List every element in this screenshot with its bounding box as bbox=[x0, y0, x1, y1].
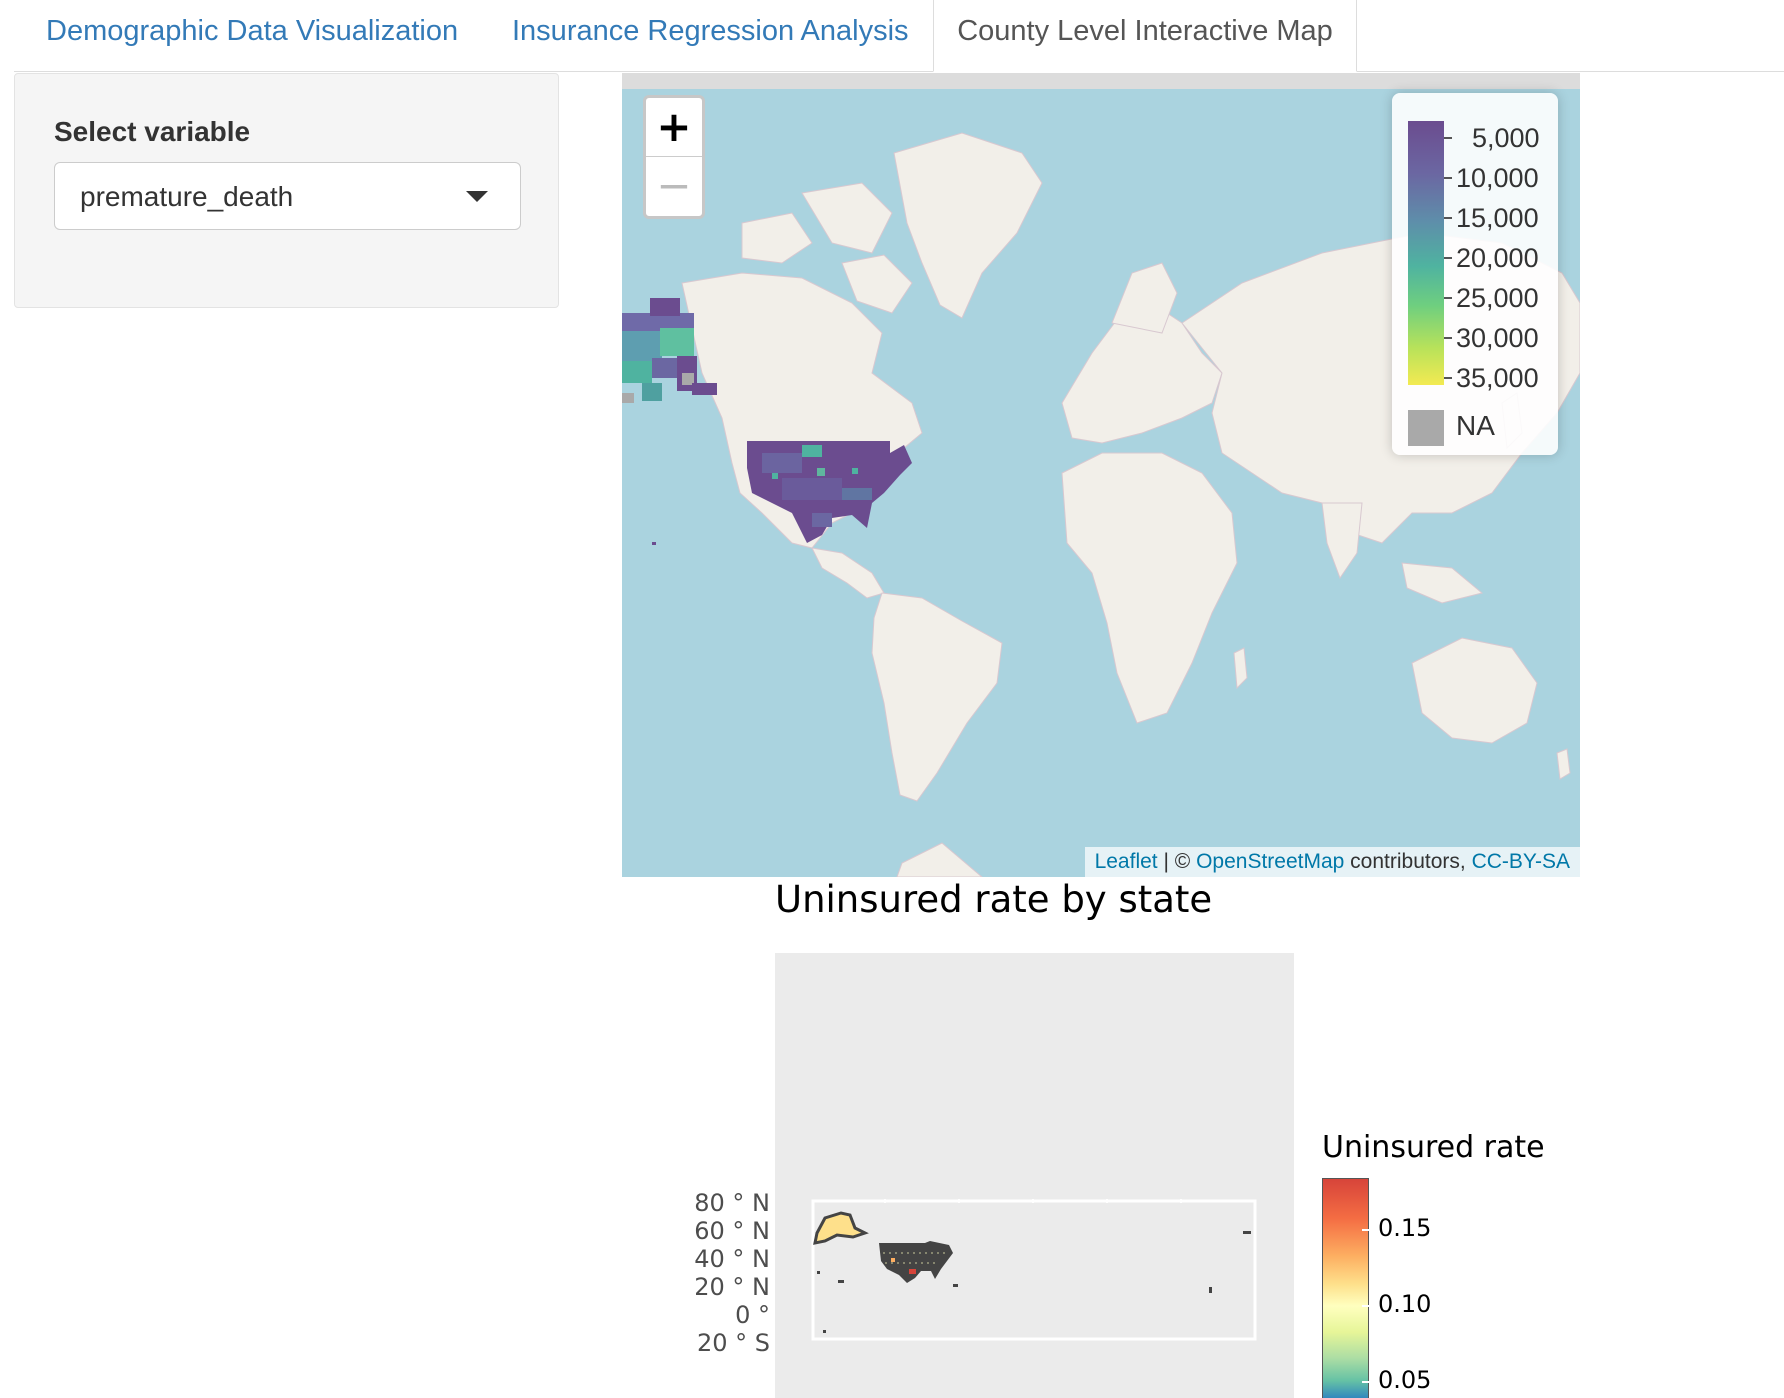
leaflet-map[interactable]: + − 5,000 10,000 15,000 20,000 25,000 30… bbox=[622, 73, 1580, 877]
tab-insurance-regression-analysis[interactable]: Insurance Regression Analysis bbox=[512, 0, 909, 71]
tab-county-level-interactive-map[interactable]: County Level Interactive Map bbox=[933, 0, 1357, 72]
zoom-in-button[interactable]: + bbox=[646, 98, 702, 157]
colorbar-tick bbox=[1362, 1381, 1369, 1383]
legend-tick bbox=[1444, 137, 1452, 139]
legend-tick bbox=[1444, 257, 1452, 259]
y-tick-label: 80 ° N bbox=[694, 1189, 770, 1217]
legend-tick-label: 20,000 bbox=[1456, 243, 1539, 273]
sidebar-panel: Select variable premature_death bbox=[14, 73, 559, 308]
legend-tick bbox=[1444, 377, 1452, 379]
legend-na-label: NA bbox=[1456, 410, 1495, 441]
colorbar-title: Uninsured rate bbox=[1322, 1130, 1545, 1165]
openstreetmap-link[interactable]: OpenStreetMap bbox=[1196, 850, 1344, 873]
map-attribution: Leaflet | © OpenStreetMap contributors, … bbox=[1084, 847, 1580, 877]
zoom-out-button[interactable]: − bbox=[646, 158, 702, 216]
legend-tick bbox=[1444, 177, 1452, 179]
legend-color-ramp bbox=[1408, 121, 1444, 385]
legend-tick bbox=[1444, 217, 1452, 219]
plot-map-svg bbox=[811, 1199, 1257, 1341]
colorbar-tick bbox=[1362, 1229, 1369, 1231]
y-tick-label: 60 ° N bbox=[694, 1217, 770, 1245]
plot-title: Uninsured rate by state bbox=[775, 878, 1213, 921]
y-tick-label: 40 ° N bbox=[694, 1245, 770, 1273]
colorbar-label: 0.05 bbox=[1378, 1366, 1432, 1394]
plot-panel bbox=[775, 953, 1294, 1398]
colorbar bbox=[1322, 1178, 1369, 1398]
legend-tick bbox=[1444, 297, 1452, 299]
select-variable-label: Select variable bbox=[54, 116, 251, 147]
map-legend: 5,000 10,000 15,000 20,000 25,000 30,000… bbox=[1392, 93, 1558, 455]
variable-select[interactable]: premature_death bbox=[54, 162, 521, 230]
legend-tick-label: 35,000 bbox=[1456, 363, 1539, 393]
legend-tick-label: 30,000 bbox=[1456, 323, 1539, 353]
leaflet-link[interactable]: Leaflet bbox=[1095, 850, 1158, 873]
colorbar-label: 0.15 bbox=[1378, 1214, 1432, 1242]
legend-na-swatch bbox=[1408, 410, 1444, 446]
legend-tick-label: 15,000 bbox=[1456, 203, 1539, 233]
choropleth-contiguous-us bbox=[747, 441, 912, 543]
attribution-separator: | © bbox=[1157, 850, 1197, 873]
cc-by-sa-link[interactable]: CC-BY-SA bbox=[1472, 850, 1570, 873]
colorbar-tick bbox=[1362, 1305, 1369, 1307]
legend-tick bbox=[1444, 337, 1452, 339]
y-tick-label: 0 ° bbox=[735, 1301, 770, 1329]
y-tick-label: 20 ° S bbox=[696, 1329, 770, 1357]
legend-tick-label: 10,000 bbox=[1456, 163, 1539, 193]
colorbar-label: 0.10 bbox=[1378, 1290, 1432, 1318]
legend-tick-label: 5,000 bbox=[1472, 123, 1540, 153]
plot-states-us bbox=[879, 1241, 953, 1283]
variable-select-value: premature_death bbox=[80, 181, 294, 212]
tab-bar: Demographic Data Visualization Insurance… bbox=[14, 0, 1784, 72]
tab-demographic-data-visualization[interactable]: Demographic Data Visualization bbox=[46, 0, 458, 71]
zoom-control: + − bbox=[643, 95, 705, 219]
attribution-contributors: contributors, bbox=[1344, 850, 1472, 873]
legend-tick-label: 25,000 bbox=[1456, 283, 1539, 313]
y-tick-label: 20 ° N bbox=[694, 1273, 770, 1301]
plot-state-alaska bbox=[813, 1211, 869, 1245]
chevron-down-icon bbox=[466, 191, 488, 202]
